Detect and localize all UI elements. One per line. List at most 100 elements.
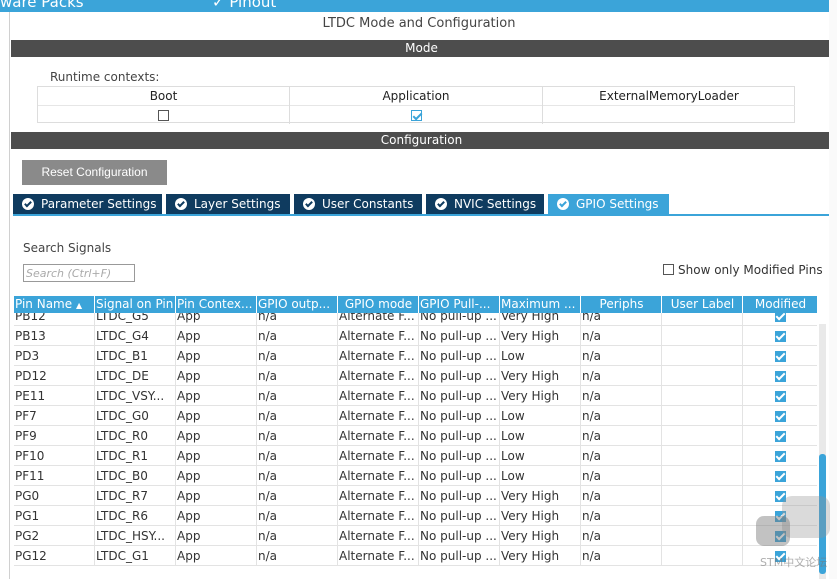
show-modified-toggle[interactable]: Show only Modified Pins [663,263,823,277]
table-row[interactable]: PG1 LTDC_R6 App n/a Alternate F... No pull-up… [14,506,817,526]
modified-checkbox[interactable] [775,391,786,402]
cell-pin: PG1 [14,506,95,526]
cell-signal: LTDC_VSY... [95,386,176,406]
table-row[interactable]: PB12 LTDC_G5 App n/a Alternate F... No pull-u… [14,313,817,326]
cell-pull: No pull-up ... [419,466,500,486]
modified-checkbox[interactable] [775,331,786,342]
modified-checkbox[interactable] [775,431,786,442]
table-row[interactable]: PE11 LTDC_VSY... App n/a Alternate F... No pu… [14,386,817,406]
cell-signal: LTDC_G0 [95,406,176,426]
cell-context: App [176,346,257,366]
table-row[interactable]: PB13 LTDC_G4 App n/a Alternate F... No pull-u… [14,326,817,346]
col-user-label[interactable]: User Label [662,296,743,313]
col-pin-name[interactable]: Pin Name ▲ [14,296,95,313]
cell-context: App [176,506,257,526]
cell-user-label[interactable] [662,313,743,326]
pinout-menu[interactable]: ✓ Pinout [212,0,276,11]
cell-pin: PF11 [14,466,95,486]
table-row[interactable]: PF10 LTDC_R1 App n/a Alternate F... No pull-u… [14,446,817,466]
table-row[interactable]: PF9 LTDC_R0 App n/a Alternate F... No pull-up… [14,426,817,446]
col-maximum-speed[interactable]: Maximum ... [500,296,581,313]
table-row[interactable]: PG2 LTDC_HSY... App n/a Alternate F... No pul… [14,526,817,546]
cell-modified [743,366,817,386]
cell-user-label[interactable] [662,526,743,546]
reset-configuration-button[interactable]: Reset Configuration [22,160,167,185]
context-boot-checkbox[interactable] [158,110,169,121]
cell-mode: Alternate F... [338,466,419,486]
window-scrollbar-track[interactable] [829,0,837,579]
table-body: PB12 LTDC_G5 App n/a Alternate F... No pull-u… [14,313,817,573]
cell-mode: Alternate F... [338,506,419,526]
col-pin-context[interactable]: Pin Contex... [176,296,257,313]
cell-context: App [176,426,257,446]
modified-checkbox[interactable] [775,451,786,462]
col-signal-on-pin[interactable]: Signal on Pin [95,296,176,313]
col-modified[interactable]: Modified [743,296,817,313]
table-row[interactable]: PG12 LTDC_G1 App n/a Alternate F... No pull-u… [14,546,817,566]
table-row[interactable]: PD12 LTDC_DE App n/a Alternate F... No pull-u… [14,366,817,386]
configuration-section-header[interactable]: Configuration [11,132,832,149]
cell-mode: Alternate F... [338,366,419,386]
cell-periphs: n/a [581,366,662,386]
check-circle-icon [22,198,34,210]
show-modified-checkbox[interactable] [663,264,674,275]
table-header-row: Pin Name ▲ Signal on Pin Pin Contex... G… [14,296,817,313]
tab-user-constants[interactable]: User Constants [294,194,422,214]
context-external-memory-loader: ExternalMemoryLoader [543,87,795,124]
cell-user-label[interactable] [662,326,743,346]
cell-user-label[interactable] [662,486,743,506]
col-periphs[interactable]: Periphs [581,296,662,313]
cell-signal: LTDC_G1 [95,546,176,566]
cell-user-label[interactable] [662,406,743,426]
cell-pull: No pull-up ... [419,326,500,346]
cell-user-label[interactable] [662,446,743,466]
tab-layer-settings[interactable]: Layer Settings [166,194,290,214]
col-gpio-mode[interactable]: GPIO mode [338,296,419,313]
cell-user-label[interactable] [662,426,743,446]
cell-modified [743,446,817,466]
table-row[interactable]: PD3 LTDC_B1 App n/a Alternate F... No pull-up… [14,346,817,366]
cell-max-speed: Very High [500,546,581,566]
check-circle-icon [303,198,315,210]
panel-title: LTDC Mode and Configuration [322,16,516,31]
table-row[interactable]: PF11 LTDC_B0 App n/a Alternate F... No pull-u… [14,466,817,486]
col-gpio-output[interactable]: GPIO outp... [257,296,338,313]
table-row[interactable]: PF7 LTDC_G0 App n/a Alternate F... No pull-up… [14,406,817,426]
search-signals-label: Search Signals [23,241,112,255]
tab-parameter-settings[interactable]: Parameter Settings [13,194,162,214]
modified-checkbox[interactable] [775,411,786,422]
cell-periphs: n/a [581,386,662,406]
cell-user-label[interactable] [662,466,743,486]
cell-pin: PD12 [14,366,95,386]
cell-pull: No pull-up ... [419,366,500,386]
cell-user-label[interactable] [662,506,743,526]
tab-nvic-settings[interactable]: NVIC Settings [426,194,544,214]
cell-mode: Alternate F... [338,486,419,506]
cell-pull: No pull-up ... [419,486,500,506]
col-gpio-pull[interactable]: GPIO Pull-... [419,296,500,313]
modified-checkbox[interactable] [775,471,786,482]
cell-mode: Alternate F... [338,526,419,546]
tab-label: Layer Settings [194,197,281,211]
search-input[interactable] [23,264,135,282]
cell-pin: PG2 [14,526,95,546]
table-row[interactable]: PG0 LTDC_R7 App n/a Alternate F... No pull-up… [14,486,817,506]
cell-modified [743,466,817,486]
modified-checkbox[interactable] [775,313,786,322]
cell-user-label[interactable] [662,346,743,366]
cell-user-label[interactable] [662,366,743,386]
cell-signal: LTDC_HSY... [95,526,176,546]
modified-checkbox[interactable] [775,351,786,362]
tab-gpio-settings[interactable]: GPIO Settings [548,194,669,214]
cell-signal: LTDC_DE [95,366,176,386]
context-application-label: Application [290,87,542,106]
mode-section-header[interactable]: Mode [11,40,832,57]
cell-user-label[interactable] [662,386,743,406]
runtime-contexts-label: Runtime contexts: [50,70,160,84]
context-application-checkbox[interactable] [410,110,422,121]
modified-checkbox[interactable] [775,371,786,382]
top-toolbar: ware Packs ✓ Pinout [0,0,837,12]
cell-user-label[interactable] [662,546,743,566]
software-packs-menu[interactable]: ware Packs [0,0,84,11]
cell-context: App [176,466,257,486]
